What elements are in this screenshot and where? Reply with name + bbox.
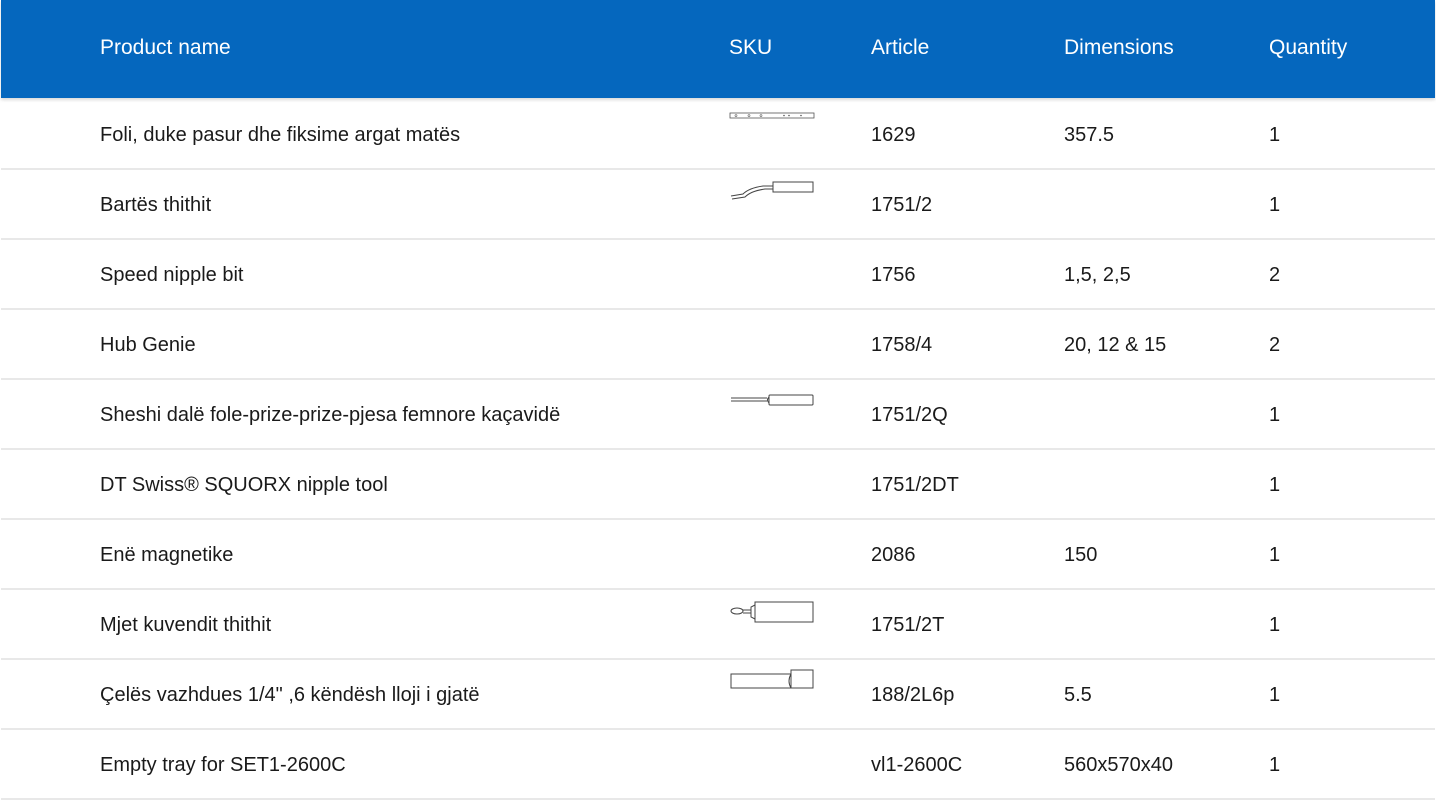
table-header: Product name SKU Article Dimensions Quan…	[1, 0, 1435, 98]
product-name: DT Swiss® SQUORX nipple tool	[100, 474, 388, 496]
article: 188/2L6p	[871, 684, 955, 706]
dimensions: 357.5	[1064, 124, 1115, 146]
screwdriver-icon	[729, 386, 815, 426]
socket-extension-icon	[729, 666, 815, 706]
dimensions: 5.5	[1064, 684, 1092, 706]
bent-nipple-holder-icon	[729, 176, 815, 216]
article: 2086	[871, 544, 916, 566]
product-name: Empty tray for SET1-2600C	[100, 754, 346, 776]
table-row: Empty tray for SET1-2600C vl1-2600C 560x…	[1, 730, 1435, 800]
table-row: Enë magnetike 2086 150 1	[1, 520, 1435, 590]
quantity: 2	[1269, 264, 1281, 286]
article: vl1-2600C	[871, 754, 963, 776]
product-name: Mjet kuvendit thithit	[100, 614, 272, 636]
quantity: 1	[1269, 684, 1281, 706]
header-quantity: Quantity	[1269, 36, 1348, 59]
table-row: Speed nipple bit 1756 1,5, 2,5 2	[1, 240, 1435, 310]
product-name: Çelës vazhdues 1/4" ,6 këndësh lloji i g…	[100, 684, 480, 706]
product-table: Product name SKU Article Dimensions Quan…	[1, 0, 1435, 800]
header-product-name: Product name	[100, 36, 231, 59]
article: 1758/4	[871, 334, 933, 356]
quantity: 2	[1269, 334, 1281, 356]
dimensions: 1,5, 2,5	[1064, 264, 1131, 286]
table-row: Hub Genie 1758/4 20, 12 & 15 2	[1, 310, 1435, 380]
table-row: DT Swiss® SQUORX nipple tool 1751/2DT 1	[1, 450, 1435, 520]
product-name: Speed nipple bit	[100, 264, 244, 286]
product-name: Enë magnetike	[100, 544, 234, 566]
table-row: Mjet kuvendit thithit 1751/2T 1	[1, 590, 1435, 660]
quantity: 1	[1269, 614, 1281, 636]
product-name: Sheshi dalë fole-prize-prize-pjesa femno…	[100, 404, 561, 426]
nipple-assembly-tool-icon	[729, 596, 815, 636]
quantity: 1	[1269, 194, 1281, 216]
table-row: Çelës vazhdues 1/4" ,6 këndësh lloji i g…	[1, 660, 1435, 730]
article: 1756	[871, 264, 916, 286]
dimensions: 150	[1064, 544, 1098, 566]
table-row: Bartës thithit 1751/2 1	[1, 170, 1435, 240]
quantity: 1	[1269, 474, 1281, 496]
quantity: 1	[1269, 124, 1281, 146]
quantity: 1	[1269, 544, 1281, 566]
article: 1751/2Q	[871, 404, 948, 426]
product-name: Foli, duke pasur dhe fiksime argat matës	[100, 124, 461, 146]
dimensions: 560x570x40	[1064, 754, 1173, 776]
header-dimensions: Dimensions	[1064, 36, 1174, 59]
table-row: Sheshi dalë fole-prize-prize-pjesa femno…	[1, 380, 1435, 450]
product-name: Bartës thithit	[100, 194, 212, 216]
table-row: Foli, duke pasur dhe fiksime argat matës…	[1, 100, 1435, 170]
header-article: Article	[871, 36, 930, 59]
quantity: 1	[1269, 754, 1281, 776]
article: 1751/2T	[871, 614, 945, 636]
article: 1629	[871, 124, 916, 146]
article: 1751/2DT	[871, 474, 959, 496]
ruler-icon	[729, 106, 815, 146]
quantity: 1	[1269, 404, 1281, 426]
article: 1751/2	[871, 194, 933, 216]
dimensions: 20, 12 & 15	[1064, 334, 1167, 356]
header-sku: SKU	[729, 36, 773, 59]
product-name: Hub Genie	[100, 334, 196, 356]
